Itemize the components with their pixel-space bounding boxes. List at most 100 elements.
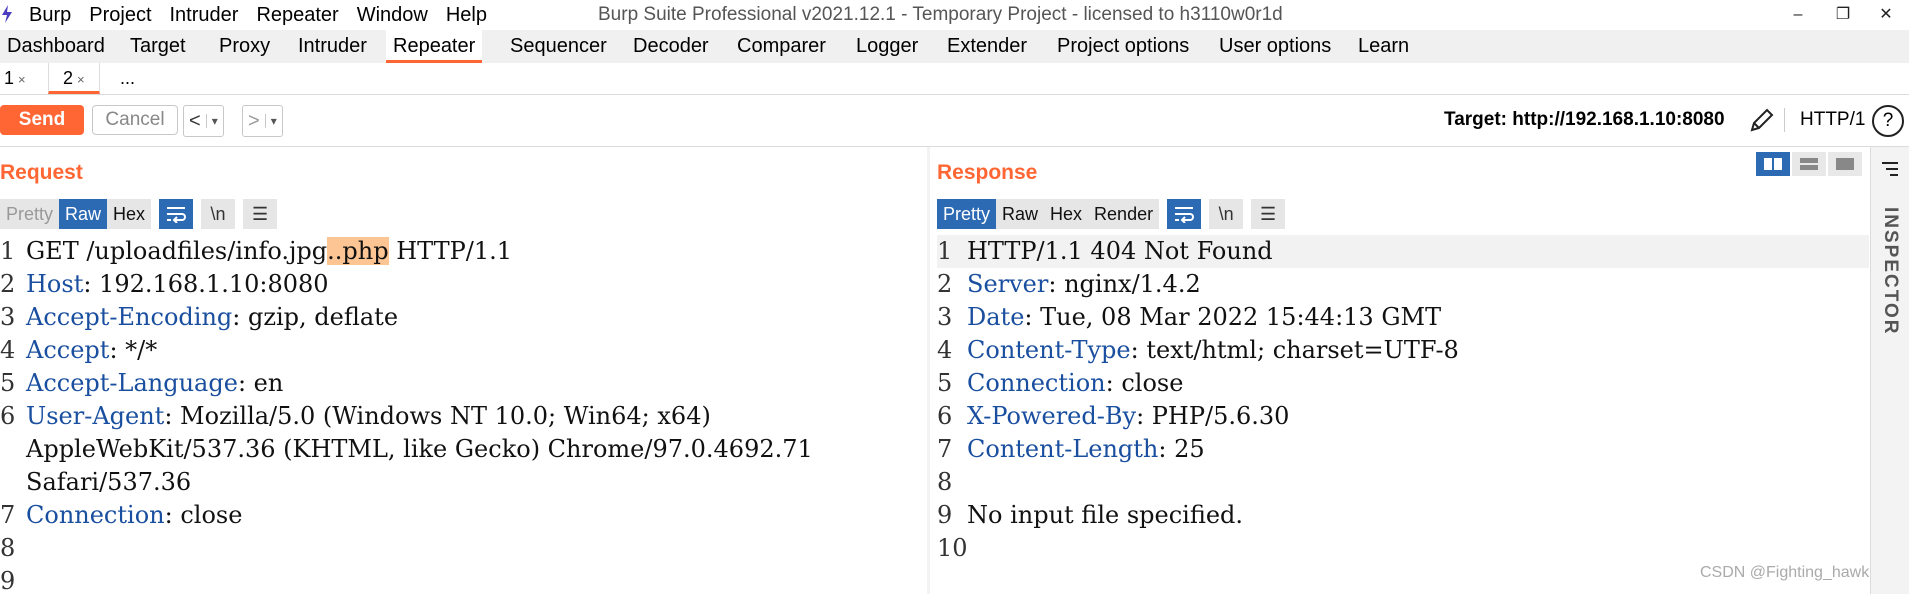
tab-decoder[interactable]: Decoder — [626, 30, 716, 63]
header-name: Accept — [26, 336, 110, 364]
request-editor[interactable]: 1 GET /uploadfiles/info.jpg..php HTTP/1.… — [0, 235, 926, 594]
response-editor[interactable]: 1 HTTP/1.1 404 Not Found 2 Server: nginx… — [937, 235, 1869, 594]
subtab-new[interactable]: ... — [120, 63, 135, 94]
panel-splitter[interactable] — [927, 147, 930, 594]
header-value: : gzip, deflate — [232, 303, 399, 331]
subtab-close-icon[interactable]: × — [77, 72, 85, 87]
inspector-label[interactable]: INSPECTOR — [1879, 207, 1901, 336]
request-line: Safari/537.36 — [0, 466, 926, 499]
header-value: : Mozilla/5.0 (Windows NT 10.0; Win64; x… — [164, 402, 711, 430]
tab-proxy[interactable]: Proxy — [212, 30, 277, 63]
line-text: AppleWebKit/537.36 (KHTML, like Gecko) C… — [26, 435, 813, 463]
tab-dashboard[interactable]: Dashboard — [0, 30, 112, 63]
line-number: 7 — [937, 435, 953, 463]
back-arrow-icon[interactable]: < — [184, 110, 206, 133]
cancel-button[interactable]: Cancel — [92, 105, 178, 135]
line-number: 3 — [937, 303, 953, 331]
newline-icon[interactable]: \n — [201, 199, 236, 229]
layout-toggles — [1754, 152, 1862, 176]
subtab-close-icon[interactable]: × — [18, 72, 26, 87]
forward-nav[interactable]: > ▾ — [242, 105, 283, 137]
tab-learn[interactable]: Learn — [1351, 30, 1416, 63]
header-name: Connection — [26, 501, 165, 529]
tabbed-layout-icon[interactable] — [1828, 152, 1862, 176]
chevron-down-icon[interactable]: ▾ — [205, 114, 223, 128]
subtab-label: 1 — [4, 68, 15, 88]
tab-comparer[interactable]: Comparer — [730, 30, 833, 63]
header-name: Content-Length — [967, 435, 1159, 463]
line-text: Safari/537.36 — [26, 468, 192, 496]
tab-user-options[interactable]: User options — [1212, 30, 1338, 63]
send-button[interactable]: Send — [0, 105, 84, 135]
menu-repeater[interactable]: Repeater — [256, 4, 338, 27]
header-value: : nginx/1.4.2 — [1048, 270, 1201, 298]
back-nav[interactable]: < ▾ — [183, 105, 224, 137]
line-number: 8 — [937, 468, 953, 496]
header-name: Accept-Encoding — [26, 303, 233, 331]
request-line: 2 Host: 192.168.1.10:8080 — [0, 268, 926, 301]
response-tab-raw[interactable]: Raw — [996, 199, 1045, 229]
restore-button[interactable]: ❐ — [1823, 0, 1863, 30]
tab-intruder[interactable]: Intruder — [291, 30, 374, 63]
tab-logger[interactable]: Logger — [849, 30, 925, 63]
wrap-icon[interactable] — [1167, 199, 1202, 229]
tab-repeater[interactable]: Repeater — [386, 30, 483, 63]
menu-project[interactable]: Project — [89, 4, 151, 27]
request-line: 6 User-Agent: Mozilla/5.0 (Windows NT 10… — [0, 400, 926, 433]
response-line: 3 Date: Tue, 08 Mar 2022 15:44:13 GMT — [937, 301, 1869, 334]
watermark: CSDN @Fighting_hawk — [1700, 564, 1870, 581]
line-number: 10 — [937, 534, 968, 562]
help-icon[interactable]: ? — [1872, 105, 1904, 137]
response-line: 10 — [937, 532, 1869, 565]
request-tab-raw[interactable]: Raw — [59, 199, 108, 229]
tab-sequencer[interactable]: Sequencer — [503, 30, 614, 63]
menu-icon[interactable]: ☰ — [243, 199, 278, 229]
request-tab-hex[interactable]: Hex — [107, 199, 152, 229]
request-tab-pretty[interactable]: Pretty — [0, 199, 60, 229]
side-by-side-layout-icon[interactable] — [1756, 152, 1790, 176]
tab-target[interactable]: Target — [123, 30, 193, 63]
edit-pencil-icon[interactable] — [1748, 106, 1778, 136]
line-number: 6 — [937, 402, 953, 430]
response-tab-render[interactable]: Render — [1088, 199, 1160, 229]
inspector-menu-icon[interactable] — [1880, 161, 1900, 182]
inspector-sidebar[interactable]: INSPECTOR — [1870, 147, 1909, 594]
menu-help[interactable]: Help — [446, 4, 487, 27]
response-line: 9 No input file specified. — [937, 499, 1869, 532]
response-view-tabs: Pretty Raw Hex Render \n ☰ — [937, 199, 1286, 229]
response-tab-pretty[interactable]: Pretty — [937, 199, 997, 229]
header-value: : close — [1105, 369, 1184, 397]
top-bottom-layout-icon[interactable] — [1792, 152, 1826, 176]
menu-intruder[interactable]: Intruder — [170, 4, 239, 27]
response-tab-hex[interactable]: Hex — [1044, 199, 1089, 229]
subtab-2[interactable]: 2 × — [48, 63, 100, 94]
response-line: 5 Connection: close — [937, 367, 1869, 400]
newline-icon[interactable]: \n — [1209, 199, 1244, 229]
request-panel: Request Pretty Raw Hex \n ☰ 1 GET /uploa… — [0, 147, 926, 594]
header-name: Date — [967, 303, 1025, 331]
highlighted-selection: ..php — [327, 237, 389, 265]
request-line: 4 Accept: */* — [0, 334, 926, 367]
chevron-down-icon[interactable]: ▾ — [264, 114, 282, 128]
line-text: HTTP/1.1 404 Not Found — [967, 237, 1273, 265]
menu-icon[interactable]: ☰ — [1251, 199, 1286, 229]
request-line: 7 Connection: close — [0, 499, 926, 532]
request-line: 3 Accept-Encoding: gzip, deflate — [0, 301, 926, 334]
main-tab-bar: Dashboard Target Proxy Intruder Repeater… — [0, 30, 1909, 64]
header-name: Content-Type — [967, 336, 1131, 364]
repeater-toolbar: Send Cancel < ▾ > ▾ Target: http://192.168… — [0, 94, 1909, 147]
wrap-icon[interactable] — [159, 199, 194, 229]
response-line: 2 Server: nginx/1.4.2 — [937, 268, 1869, 301]
close-button[interactable]: ✕ — [1866, 0, 1906, 30]
menu-burp[interactable]: Burp — [29, 4, 71, 27]
minimize-button[interactable]: – — [1778, 0, 1818, 30]
menu-window[interactable]: Window — [357, 4, 428, 27]
tab-project-options[interactable]: Project options — [1050, 30, 1196, 63]
subtab-1[interactable]: 1 × — [4, 63, 26, 94]
line-number: 9 — [937, 501, 953, 529]
header-name: X-Powered-By — [967, 402, 1137, 430]
line-number: 7 — [0, 501, 16, 529]
forward-arrow-icon[interactable]: > — [243, 110, 265, 133]
tab-extender[interactable]: Extender — [940, 30, 1034, 63]
http-version-label[interactable]: HTTP/1 — [1800, 105, 1865, 135]
